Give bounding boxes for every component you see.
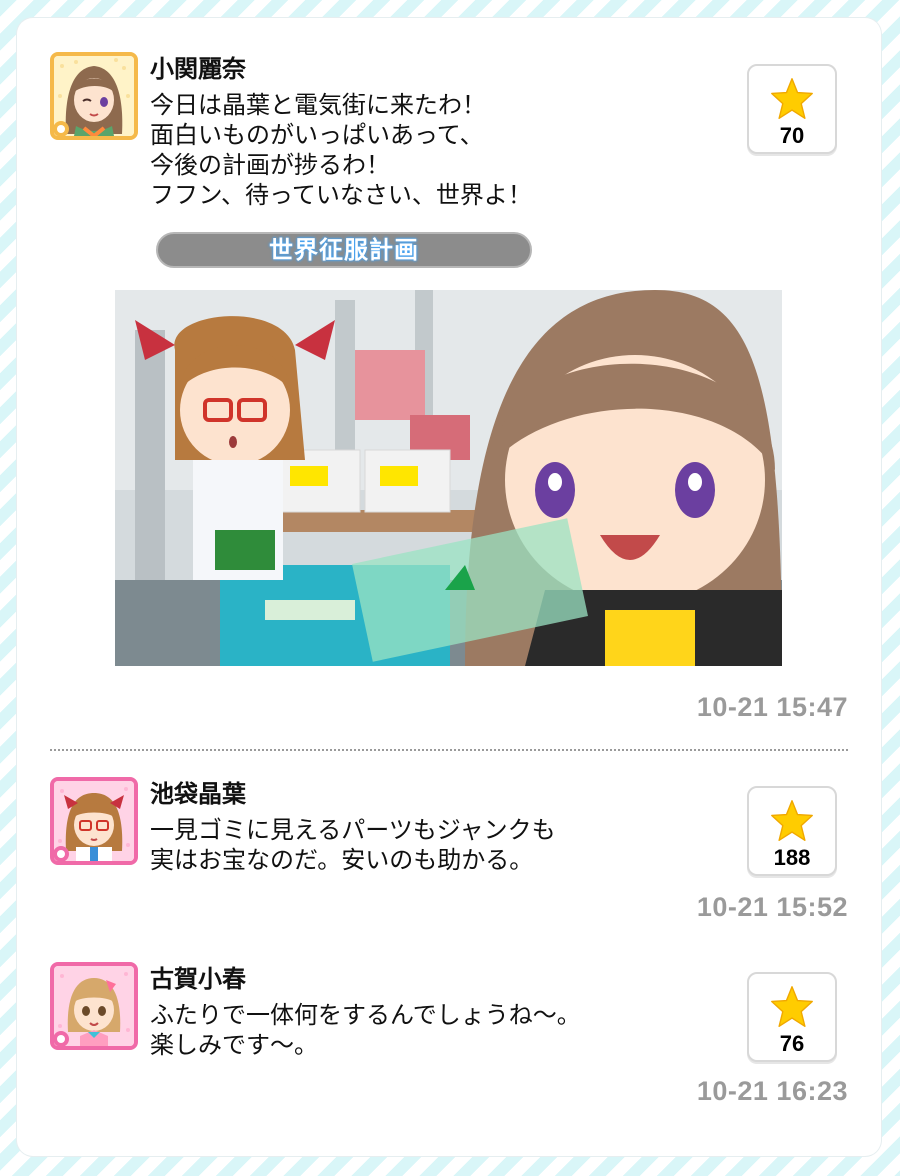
- like-count: 70: [779, 123, 805, 148]
- post-author[interactable]: 古賀小春: [150, 964, 246, 994]
- flower-badge-icon: [54, 121, 69, 136]
- post-line: 面白いものがいっぱいあって、: [150, 121, 484, 149]
- hashtag-chip[interactable]: 世界征服計画: [156, 232, 532, 268]
- avatar-koharu[interactable]: [50, 962, 138, 1050]
- post-line: 実はお宝なのだ。安いのも助かる。: [150, 846, 534, 874]
- star-icon: [771, 986, 813, 1028]
- post-author[interactable]: 池袋晶葉: [150, 779, 246, 809]
- flower-badge-icon: [54, 1031, 69, 1046]
- flower-badge-icon: [54, 846, 69, 861]
- post-divider: [50, 749, 848, 751]
- post-timestamp: 10-21 15:47: [696, 692, 848, 722]
- post-body: 一見ゴミに見えるパーツもジャンクも 実はお宝なのだ。安いのも助かる。: [150, 815, 556, 875]
- star-icon: [771, 800, 813, 842]
- avatar-reina[interactable]: [50, 52, 138, 140]
- post-photo[interactable]: [115, 290, 782, 666]
- post-line: 楽しみです〜。: [150, 1031, 318, 1059]
- like-button[interactable]: 70: [747, 64, 837, 154]
- post-line: ふたりで一体何をするんでしょうね〜。: [150, 1001, 581, 1029]
- like-count: 188: [773, 845, 811, 870]
- feed-card: 小関麗奈 今日は晶葉と電気街に来たわ！ 面白いものがいっぱいあって、 今後の計画…: [17, 18, 881, 1156]
- post-timestamp: 10-21 15:52: [696, 892, 848, 922]
- post-author[interactable]: 小関麗奈: [150, 54, 246, 84]
- post-line: 今日は晶葉と電気街に来たわ！: [150, 91, 486, 119]
- post-photo-illustration: [115, 290, 782, 666]
- post-body: ふたりで一体何をするんでしょうね〜。 楽しみです〜。: [150, 1000, 581, 1060]
- post-timestamp: 10-21 16:23: [696, 1076, 848, 1106]
- avatar-akiha[interactable]: [50, 777, 138, 865]
- star-icon: [771, 78, 813, 120]
- like-button[interactable]: 188: [747, 786, 837, 876]
- post-line: 今後の計画が捗るわ！: [150, 151, 390, 179]
- like-count: 76: [779, 1031, 805, 1056]
- post-line: 一見ゴミに見えるパーツもジャンクも: [150, 816, 556, 844]
- post-line: フフン、待っていなさい、世界よ！: [150, 181, 532, 209]
- like-button[interactable]: 76: [747, 972, 837, 1062]
- post-body: 今日は晶葉と電気街に来たわ！ 面白いものがいっぱいあって、 今後の計画が捗るわ！…: [150, 90, 532, 210]
